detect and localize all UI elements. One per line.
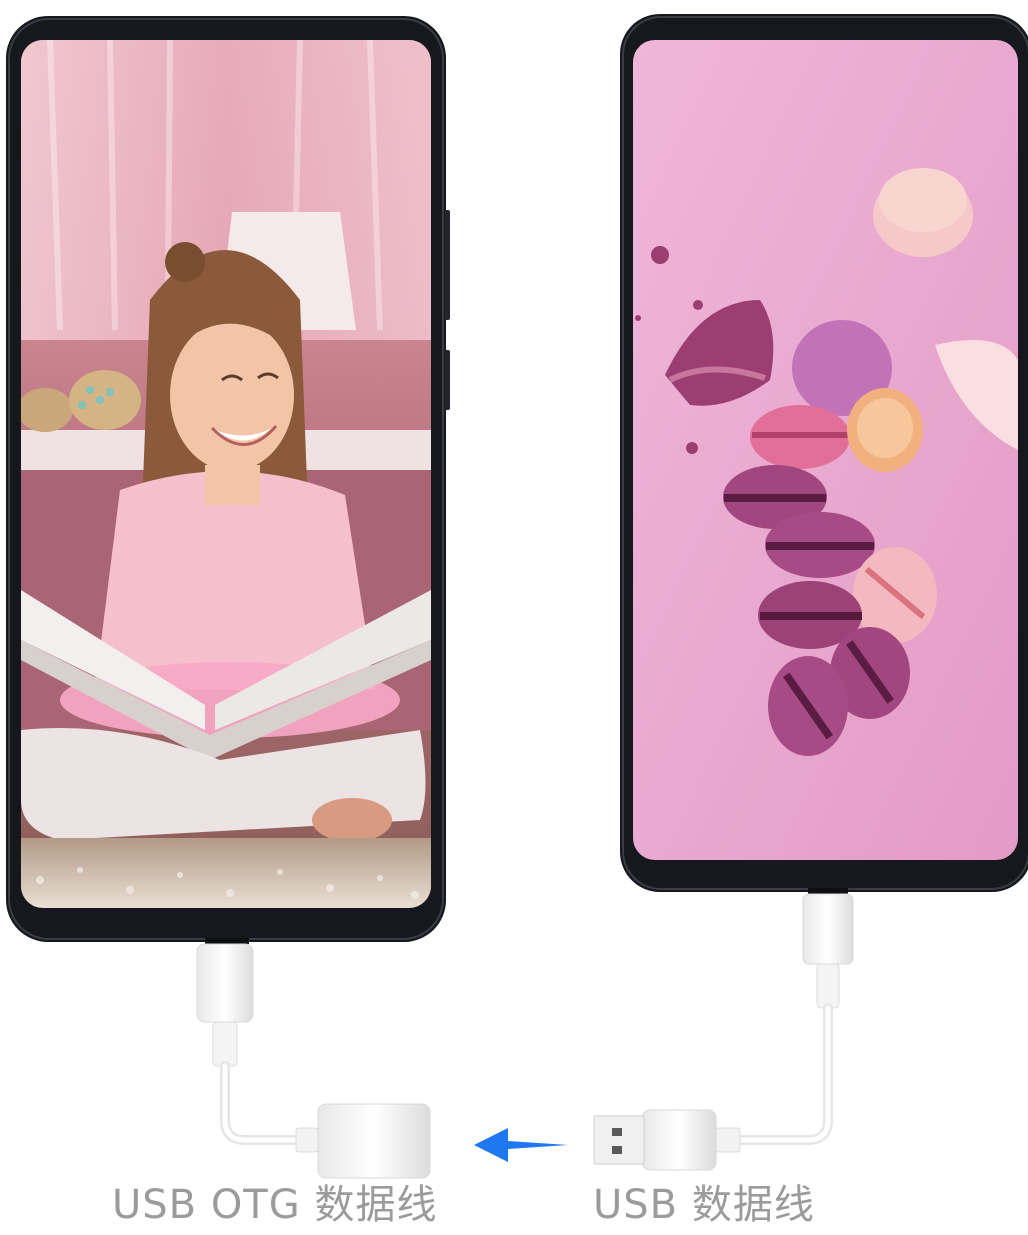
illustration	[0, 0, 1028, 1231]
arrow-left-icon	[474, 1128, 568, 1162]
left-phone-screen	[21, 40, 431, 908]
usb-cable	[593, 893, 854, 1171]
usb-otg-cable-label: USB OTG 数据线	[112, 1182, 438, 1228]
usb-otg-cable	[196, 943, 431, 1179]
right-phone-screen	[633, 40, 1018, 860]
usb-cable-label: USB 数据线	[593, 1182, 815, 1228]
